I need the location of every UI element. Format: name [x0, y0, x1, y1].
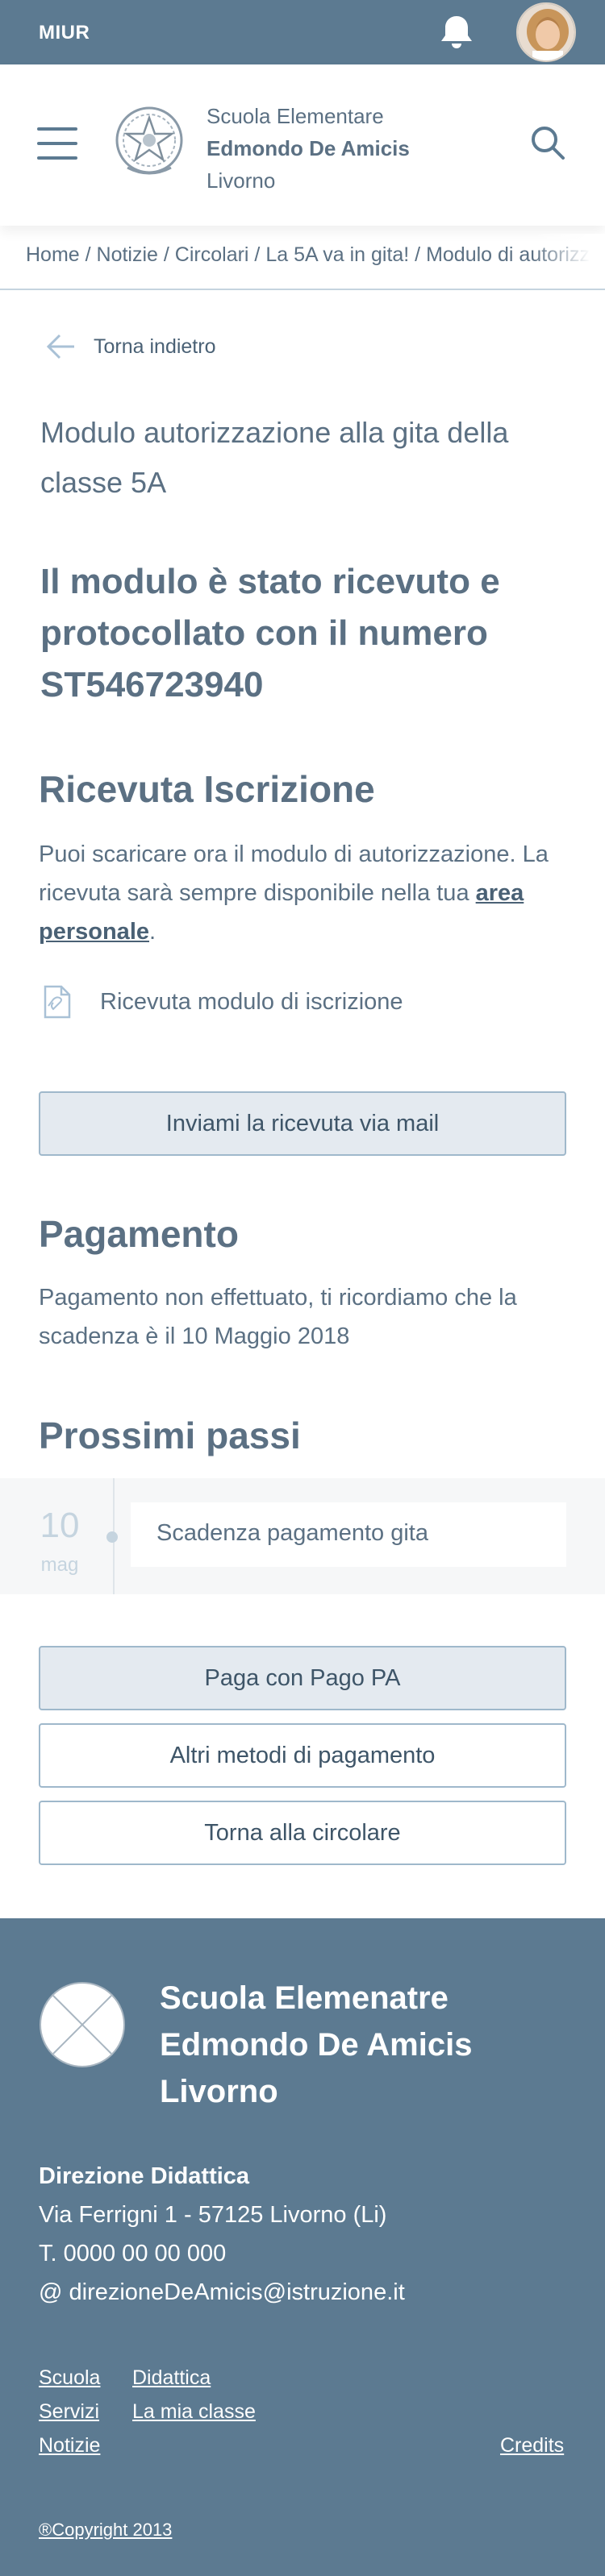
footer-address: Via Ferrigni 1 - 57125 Livorno (Li) — [39, 2202, 387, 2228]
email-receipt-button[interactable]: Inviami la ricevuta via mail — [39, 1091, 566, 1156]
footer-direction: Direzione Didattica — [39, 2163, 250, 2189]
school-title: Edmondo De Amicis — [207, 136, 410, 160]
top-bar: MIUR — [0, 0, 605, 64]
receipt-text-end: . — [149, 919, 156, 945]
hamburger-icon[interactable] — [37, 127, 79, 160]
timeline-item-label: Scadenza pagamento gita — [156, 1520, 428, 1546]
footer-link-servizi[interactable]: Servizi — [39, 2400, 99, 2424]
breadcrumb-trail: Home / Notizie / Circolari / La 5A va in… — [26, 243, 605, 267]
timeline-month: mag — [40, 1554, 79, 1576]
site-footer: Scuola Elemenatre Edmondo De Amicis Livo… — [0, 1918, 605, 2576]
search-icon[interactable] — [529, 124, 566, 161]
footer-school-name: Scuola Elemenatre Edmondo De Amicis Livo… — [160, 1975, 579, 2115]
breadcrumb-item[interactable]: Notizie — [97, 243, 158, 266]
site-header: Scuola Elementare Edmondo De Amicis Livo… — [0, 64, 605, 226]
receipt-text: Puoi scaricare ora il modulo di autorizz… — [39, 841, 549, 906]
breadcrumb-separator: / — [79, 243, 97, 266]
breadcrumb-separator: / — [409, 243, 427, 266]
form-title: Modulo autorizzazione alla gita della cl… — [40, 416, 509, 499]
receipt-file-link[interactable]: Ricevuta modulo di iscrizione — [39, 982, 403, 1022]
footer-name-line3: Livorno — [160, 2074, 278, 2109]
timeline-item[interactable]: Scadenza pagamento gita — [131, 1502, 566, 1567]
footer-link-scuola[interactable]: Scuola — [39, 2366, 100, 2390]
footer-contact: Direzione Didattica Via Ferrigni 1 - 571… — [39, 2157, 571, 2312]
breadcrumb-item[interactable]: La 5A va in gita! — [265, 243, 409, 266]
school-name[interactable]: Scuola Elementare Edmondo De Amicis Livo… — [207, 100, 449, 197]
footer-name-line1: Scuola Elemenatre — [160, 1980, 449, 2016]
back-to-circular-button[interactable]: Torna alla circolare — [39, 1801, 566, 1865]
footer-phone: T. 0000 00 00 000 — [39, 2241, 227, 2266]
back-link[interactable]: Torna indietro — [45, 330, 215, 363]
school-city: Livorno — [207, 168, 276, 193]
footer-name-line2: Edmondo De Amicis — [160, 2027, 473, 2063]
page: MIUR Scuola Elementare Edmondo De Amicis… — [0, 0, 605, 2576]
breadcrumb-separator: / — [248, 243, 266, 266]
next-steps-heading: Prossimi passi — [39, 1415, 301, 1456]
back-label: Torna indietro — [94, 334, 216, 358]
footer-link-credits[interactable]: Credits — [500, 2434, 564, 2458]
timeline: 10 mag Scadenza pagamento gita — [0, 1478, 605, 1594]
receipt-file-label: Ricevuta modulo di iscrizione — [100, 988, 403, 1015]
pagopa-button[interactable]: Paga con Pago PA — [39, 1646, 566, 1710]
timeline-day: 10 — [40, 1506, 80, 1545]
receipt-heading: Ricevuta Iscrizione — [39, 768, 375, 810]
breadcrumb-item[interactable]: Circolari — [175, 243, 249, 266]
footer-logo[interactable] — [39, 1981, 126, 2068]
breadcrumb-separator: / — [157, 243, 175, 266]
school-type: Scuola Elementare — [207, 104, 384, 128]
footer-link-la-mia-classe[interactable]: La mia classe — [132, 2400, 256, 2424]
breadcrumb-fade — [532, 234, 605, 289]
breadcrumb: Home / Notizie / Circolari / La 5A va in… — [0, 234, 605, 290]
other-payment-methods-button[interactable]: Altri metodi di pagamento — [39, 1723, 566, 1788]
footer-email[interactable]: @ direzioneDeAmicis@istruzione.it — [39, 2273, 571, 2312]
timeline-dot — [106, 1531, 118, 1543]
footer-link-notizie[interactable]: Notizie — [39, 2434, 100, 2458]
emblem-logo[interactable] — [113, 103, 186, 181]
arrow-left-icon — [46, 334, 74, 359]
miur-link[interactable]: MIUR — [39, 22, 90, 44]
payment-text: Pagamento non effettuato, ti ricordiamo … — [39, 1285, 517, 1349]
document-icon — [44, 985, 71, 1019]
receipt-description: Puoi scaricare ora il modulo di autorizz… — [39, 835, 571, 951]
avatar[interactable] — [516, 2, 576, 62]
bell-icon[interactable] — [436, 11, 478, 53]
footer-copyright[interactable]: ®Copyright 2013 — [39, 2520, 172, 2541]
confirmation-message: Il modulo è stato ricevuto e protocollat… — [40, 562, 500, 704]
footer-link-didattica[interactable]: Didattica — [132, 2366, 211, 2390]
breadcrumb-item[interactable]: Home — [26, 243, 80, 266]
payment-heading: Pagamento — [39, 1213, 239, 1255]
